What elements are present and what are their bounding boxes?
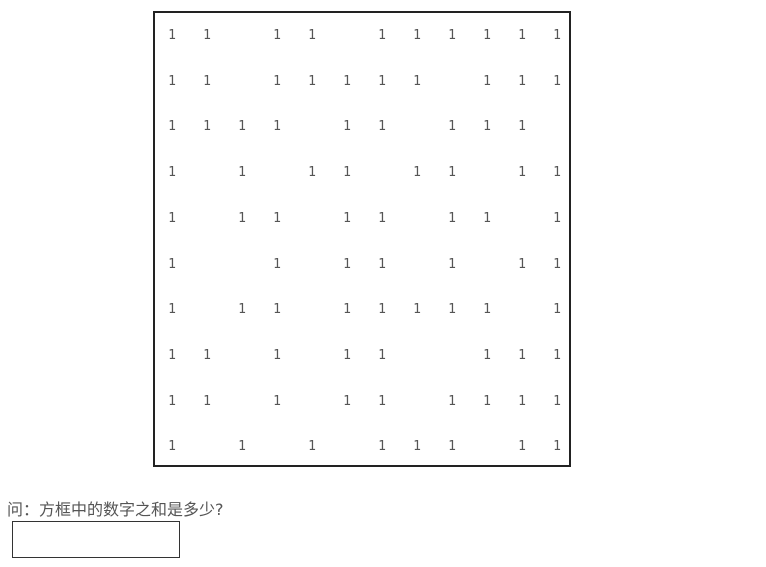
grid-number: 1	[203, 28, 211, 43]
grid-number: 1	[168, 439, 176, 455]
grid-number: 1	[168, 119, 176, 135]
grid-number: 1	[448, 119, 456, 135]
grid-number: 1	[518, 73, 526, 89]
grid-number: 1	[518, 119, 526, 135]
grid-number: 1	[273, 393, 281, 409]
answer-input[interactable]	[12, 521, 180, 558]
grid-number: 1	[378, 210, 386, 226]
grid-number: 1	[273, 73, 281, 89]
grid-number: 1	[378, 439, 386, 455]
grid-number: 1	[553, 73, 561, 89]
grid-number: 1	[343, 347, 351, 363]
grid-number: 1	[413, 73, 421, 89]
grid-number: 1	[518, 28, 526, 43]
grid-number: 1	[413, 28, 421, 43]
grid-number: 1	[238, 439, 246, 455]
grid-number: 1	[518, 347, 526, 363]
grid-number: 1	[168, 73, 176, 89]
grid-number: 1	[483, 347, 491, 363]
grid-number: 1	[448, 393, 456, 409]
grid-number: 1	[378, 347, 386, 363]
grid-number: 1	[483, 28, 491, 43]
grid-number: 1	[308, 28, 316, 43]
grid-number: 1	[343, 165, 351, 181]
grid-number: 1	[378, 302, 386, 318]
grid-number: 1	[448, 165, 456, 181]
number-grid-box: 1 1 1 1 1 1 1 1 1 1 1 1 1 1 1 1 1 1 1 1 1 1 1 1 1 1 1 1 1 1 1 1 1 1 1 1 1 1 1 1…	[153, 11, 571, 467]
grid-number: 1	[273, 119, 281, 135]
grid-number: 1	[553, 28, 561, 43]
grid-number: 1	[448, 302, 456, 318]
grid-number: 1	[413, 165, 421, 181]
grid-number: 1	[378, 393, 386, 409]
grid-number: 1	[378, 119, 386, 135]
grid-number: 1	[553, 302, 561, 318]
grid-number: 1	[308, 439, 316, 455]
grid-number: 1	[483, 302, 491, 318]
grid-number: 1	[168, 165, 176, 181]
grid-number: 1	[238, 165, 246, 181]
grid-number: 1	[168, 210, 176, 226]
grid-number: 1	[483, 119, 491, 135]
grid-number: 1	[448, 28, 456, 43]
grid-number: 1	[343, 302, 351, 318]
grid-number: 1	[413, 439, 421, 455]
grid-number: 1	[238, 302, 246, 318]
grid-number: 1	[203, 393, 211, 409]
grid-number: 1	[518, 256, 526, 272]
grid-number: 1	[273, 210, 281, 226]
grid-number: 1	[168, 256, 176, 272]
grid-number: 1	[413, 302, 421, 318]
grid-number: 1	[378, 73, 386, 89]
grid-number: 1	[273, 302, 281, 318]
grid-number: 1	[168, 393, 176, 409]
grid-number: 1	[378, 28, 386, 43]
grid-number: 1	[168, 28, 176, 43]
grid-number: 1	[273, 28, 281, 43]
grid-number: 1	[483, 73, 491, 89]
grid-number: 1	[518, 393, 526, 409]
grid-number: 1	[448, 256, 456, 272]
grid-number: 1	[483, 393, 491, 409]
question-text: 问：方框中的数字之和是多少?	[7, 500, 224, 519]
grid-number: 1	[203, 73, 211, 89]
grid-number: 1	[343, 256, 351, 272]
grid-number: 1	[273, 256, 281, 272]
grid-number: 1	[518, 165, 526, 181]
grid-number: 1	[343, 73, 351, 89]
grid-number: 1	[553, 165, 561, 181]
grid-number: 1	[168, 347, 176, 363]
grid-number: 1	[203, 347, 211, 363]
grid-number: 1	[448, 210, 456, 226]
grid-number: 1	[203, 119, 211, 135]
grid-number: 1	[553, 210, 561, 226]
grid-number: 1	[238, 210, 246, 226]
grid-number: 1	[553, 439, 561, 455]
grid-number: 1	[343, 119, 351, 135]
grid-number: 1	[518, 439, 526, 455]
grid-number: 1	[448, 439, 456, 455]
grid-number: 1	[308, 73, 316, 89]
grid-number: 1	[553, 393, 561, 409]
grid-number: 1	[553, 347, 561, 363]
grid-number: 1	[483, 210, 491, 226]
grid-number: 1	[343, 210, 351, 226]
grid-number: 1	[308, 165, 316, 181]
grid-number: 1	[238, 119, 246, 135]
grid-number: 1	[273, 347, 281, 363]
grid-number: 1	[553, 256, 561, 272]
grid-number: 1	[378, 256, 386, 272]
grid-number: 1	[168, 302, 176, 318]
grid-number: 1	[343, 393, 351, 409]
